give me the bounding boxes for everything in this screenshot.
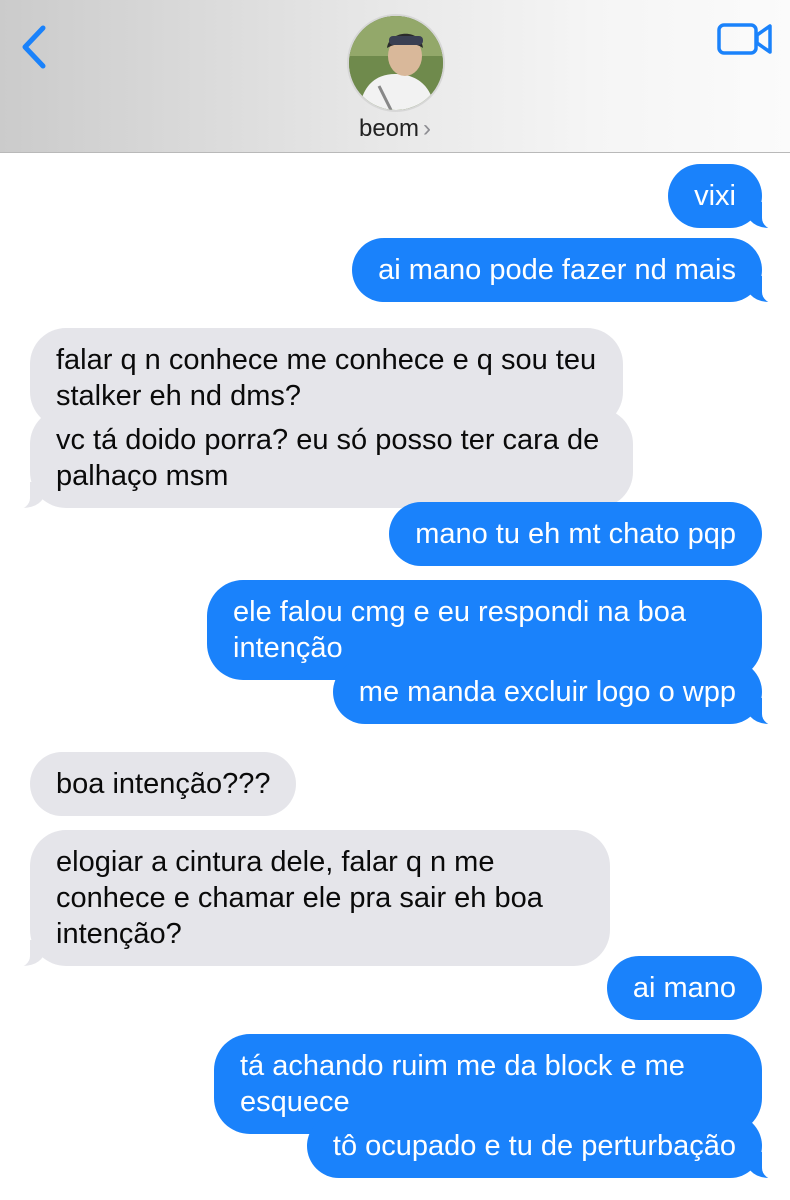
message-text: tô ocupado e tu de perturbação bbox=[332, 1130, 736, 1162]
chevron-left-icon bbox=[22, 25, 46, 69]
message-text: ele falou cmg e eu respondi na boa inten… bbox=[233, 596, 687, 664]
message-bubble-received[interactable]: elogiar a cintura dele, falar q n me con… bbox=[8, 830, 610, 968]
message-text: tá achando ruim me da block e me esquece bbox=[240, 1050, 685, 1118]
message-text: ai mano pode fazer nd mais bbox=[378, 254, 736, 286]
message-text: mano tu eh mt chato pqp bbox=[415, 518, 736, 550]
message-text: boa intenção??? bbox=[56, 768, 271, 800]
video-camera-icon bbox=[717, 23, 772, 55]
message-text: vixi bbox=[694, 180, 736, 212]
contact-avatar[interactable] bbox=[347, 14, 445, 112]
message-bubble-sent[interactable]: me manda excluir logo o wpp bbox=[332, 660, 785, 726]
message-bubble-received[interactable]: boa intenção??? bbox=[30, 752, 297, 816]
message-text: me manda excluir logo o wpp bbox=[358, 676, 736, 708]
message-text: ai mano bbox=[632, 972, 736, 1004]
message-bubble-sent[interactable]: vixi bbox=[668, 164, 784, 230]
contact-name-button[interactable]: beom › bbox=[0, 115, 790, 143]
video-call-button[interactable] bbox=[714, 18, 776, 60]
back-button[interactable] bbox=[12, 22, 56, 72]
message-bubble-sent[interactable]: tô ocupado e tu de perturbação bbox=[306, 1114, 785, 1180]
chevron-right-icon: › bbox=[423, 115, 432, 142]
chat-header: beom › bbox=[0, 0, 790, 153]
message-bubble-sent[interactable]: ai mano pode fazer nd mais bbox=[352, 238, 784, 304]
message-text: falar q n conhece me conhece e q sou teu… bbox=[56, 344, 597, 412]
contact-name: beom bbox=[358, 115, 420, 142]
message-bubble-sent[interactable]: mano tu eh mt chato pqp bbox=[389, 502, 762, 566]
message-bubble-sent[interactable]: ai mano bbox=[606, 956, 762, 1020]
message-bubble-received[interactable]: vc tá doido porra? eu só posso ter cara … bbox=[8, 408, 633, 510]
message-text: vc tá doido porra? eu só posso ter cara … bbox=[56, 424, 600, 492]
message-text: elogiar a cintura dele, falar q n me con… bbox=[56, 846, 543, 950]
